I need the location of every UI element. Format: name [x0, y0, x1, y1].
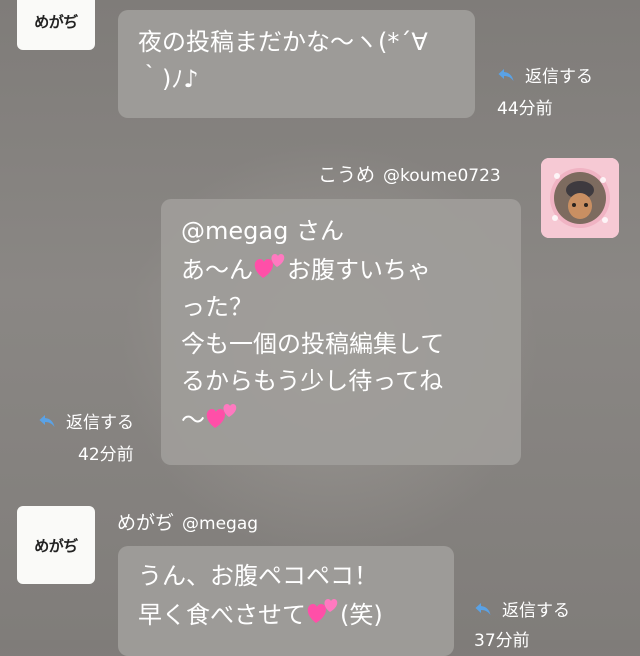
reply-arrow-icon [475, 602, 491, 615]
message-time: 44分前 [497, 99, 553, 119]
sender-name: めがぢ [117, 512, 175, 534]
sender-line: めがぢ @megag [117, 508, 258, 535]
two-hearts-icon [307, 599, 338, 623]
reply-button[interactable]: 返信する [38, 408, 134, 433]
sender-name: こうめ [318, 164, 376, 186]
message-text: あ〜ん [181, 256, 253, 284]
message-line: 今も一個の投稿編集して [181, 330, 445, 358]
message-line: 早く食べさせて (笑) [138, 595, 434, 634]
two-hearts-icon [206, 404, 237, 428]
megag-avatar[interactable]: めがぢ [17, 0, 95, 50]
message-time: 37分前 [474, 631, 530, 651]
avatar-logo-text: めがぢ [34, 12, 78, 31]
message-bubble: 夜の投稿まだかな〜ヽ(*´∀｀)ﾉ♪ [118, 10, 475, 118]
reply-button[interactable]: 返信する [474, 596, 570, 621]
message-text: 早く食べさせて [138, 601, 306, 629]
message-bubble: @megag さん あ〜ん お腹すいちゃ った？ 今も一個の投稿編集して るからも… [161, 199, 521, 465]
reply-label: 返信する [66, 413, 134, 433]
message-line: うん、お腹ペコペコ！ [138, 562, 378, 590]
sender-handle: @megag [182, 514, 259, 534]
reply-arrow-icon [498, 68, 514, 81]
message-text: 夜の投稿まだかな〜ヽ(*´∀｀)ﾉ♪ [138, 28, 428, 93]
message-time: 42分前 [78, 445, 134, 465]
message-line: った？ [181, 293, 253, 321]
megag-avatar[interactable]: めがぢ [17, 506, 95, 584]
reply-button[interactable]: 返信する [497, 62, 593, 87]
message-text: 〜 [181, 406, 205, 434]
message-line: 〜 [181, 400, 501, 439]
sender-line: こうめ @koume0723 [318, 160, 501, 187]
sender-handle: @koume0723 [383, 166, 501, 186]
reply-arrow-icon [39, 414, 55, 427]
reply-label: 返信する [502, 601, 570, 621]
avatar-photo [541, 158, 619, 238]
message-line: あ〜ん お腹すいちゃ [181, 250, 501, 289]
message-line: るからもう少し待ってね [181, 367, 444, 395]
koume-avatar[interactable] [541, 158, 619, 238]
two-hearts-icon [254, 254, 285, 278]
message-text: お腹すいちゃ [287, 256, 431, 284]
message-text: (笑) [340, 601, 383, 629]
avatar-logo-text: めがぢ [34, 536, 78, 555]
reply-label: 返信する [525, 67, 593, 87]
message-line: @megag さん [181, 217, 344, 245]
